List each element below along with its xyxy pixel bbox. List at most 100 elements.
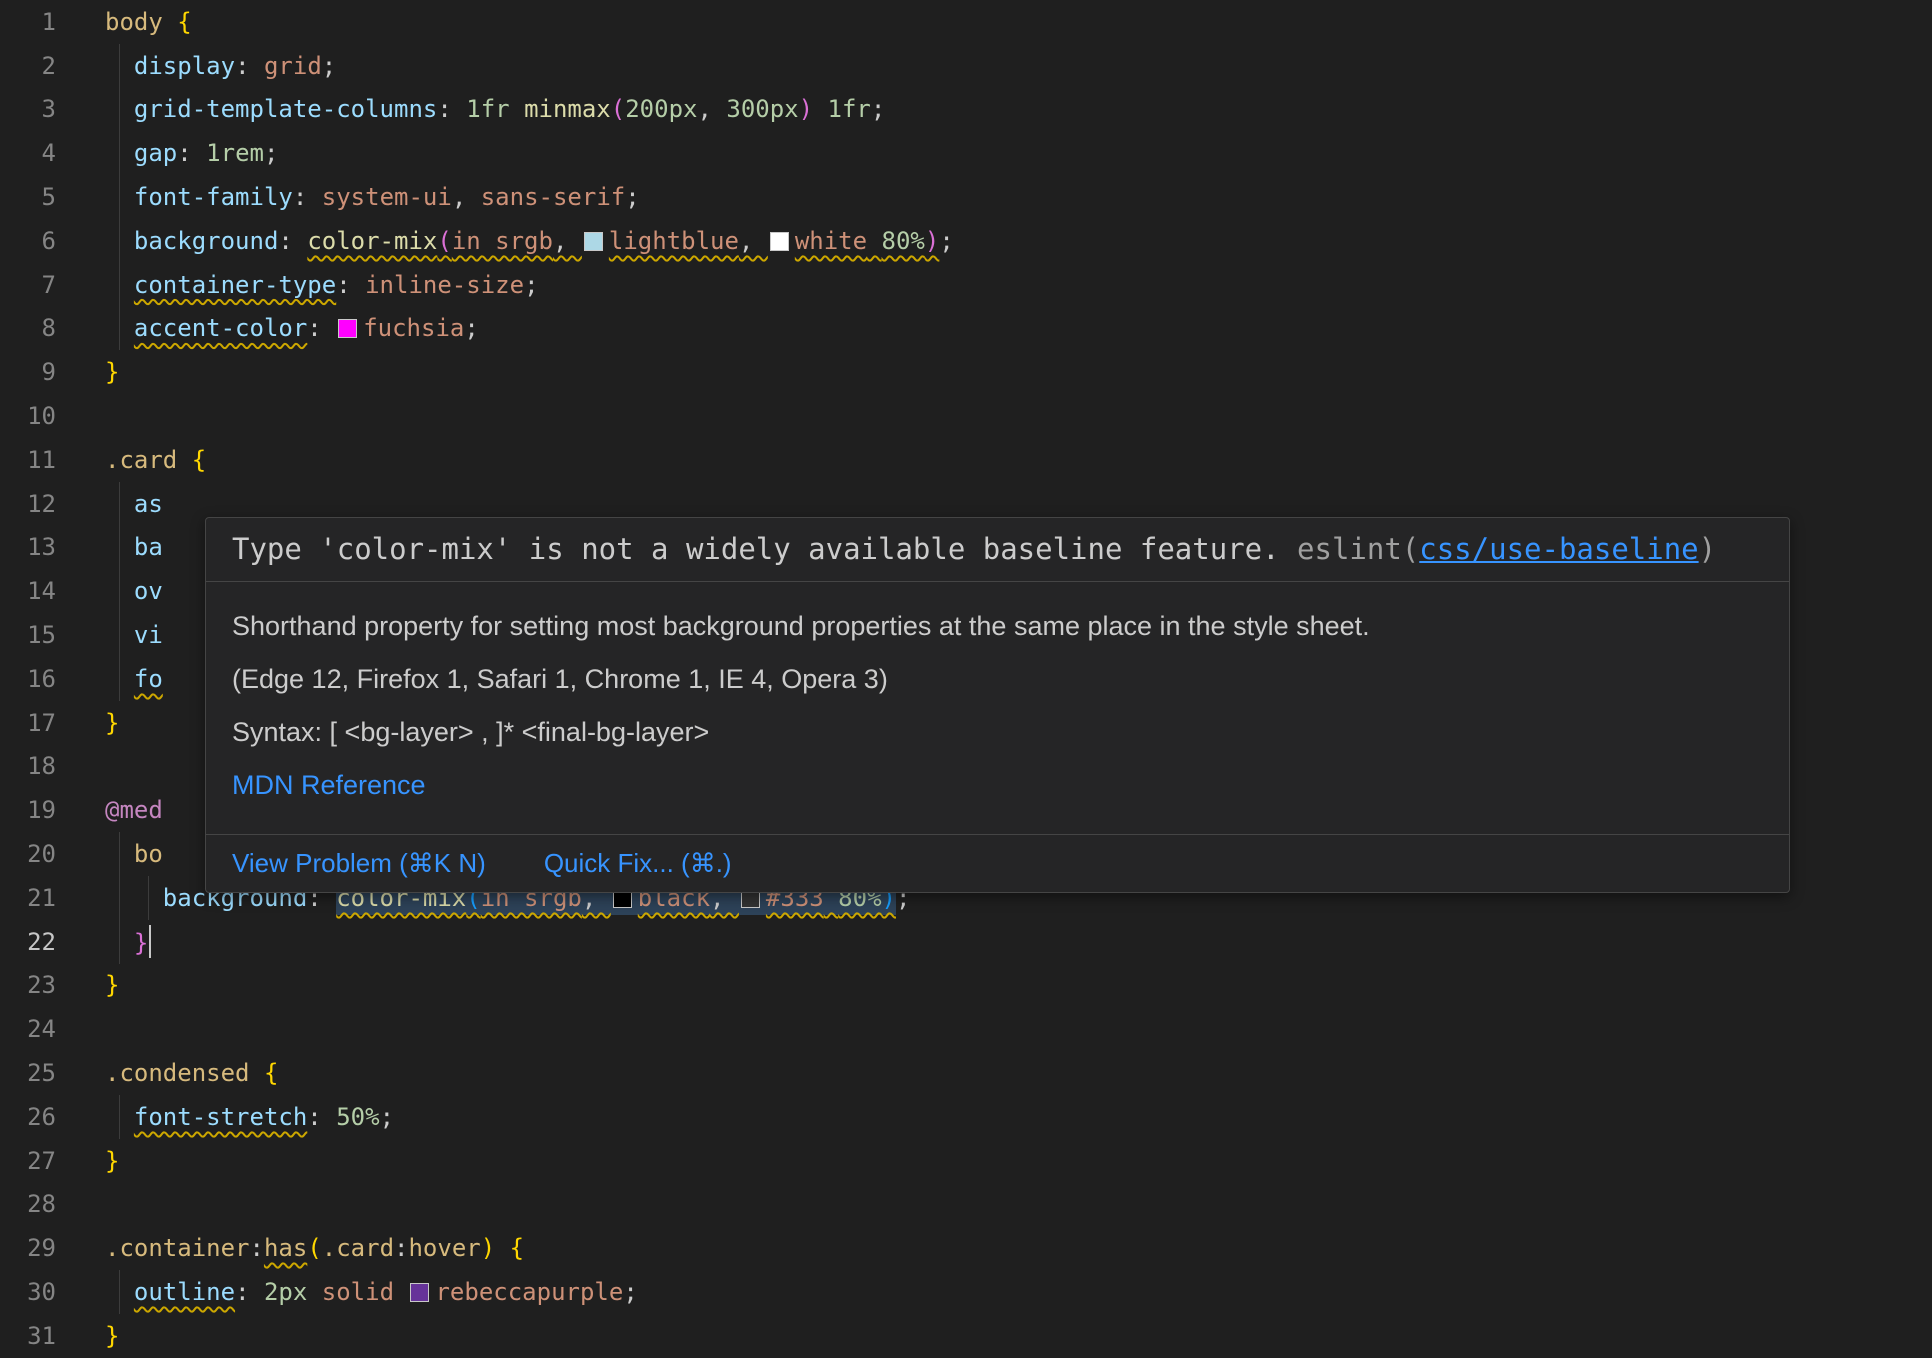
code-line[interactable]: 23} xyxy=(0,964,1932,1008)
quick-fix-action[interactable]: Quick Fix... (⌘.) xyxy=(544,848,732,879)
code-token: { xyxy=(264,1059,278,1087)
line-number: 18 xyxy=(0,752,56,780)
line-content: @med xyxy=(56,796,163,824)
line-number: 9 xyxy=(0,358,56,386)
line-content: .card { xyxy=(56,446,206,474)
line-number: 28 xyxy=(0,1190,56,1218)
line-number: 15 xyxy=(0,621,56,649)
code-token: body xyxy=(105,8,163,36)
code-line[interactable]: 3 grid-template-columns: 1fr minmax(200p… xyxy=(0,88,1932,132)
code-token: ; xyxy=(322,52,336,80)
code-token: as xyxy=(134,490,163,518)
code-token: } xyxy=(105,1322,119,1350)
code-token xyxy=(867,227,881,255)
code-token: has xyxy=(264,1234,307,1262)
code-line[interactable]: 1body { xyxy=(0,0,1932,44)
color-swatch xyxy=(770,232,789,251)
code-token: grid-template-columns xyxy=(134,95,437,123)
indent-guide xyxy=(148,876,149,920)
line-content: } xyxy=(56,925,151,958)
code-line[interactable]: 5 font-family: system-ui, sans-serif; xyxy=(0,175,1932,219)
docs-syntax: Syntax: [ <bg-layer> , ]* <final-bg-laye… xyxy=(232,716,1763,749)
line-content: } xyxy=(56,709,119,737)
code-line[interactable]: 30 outline: 2px solid rebeccapurple; xyxy=(0,1270,1932,1314)
code-line[interactable]: 7 container-type: inline-size; xyxy=(0,263,1932,307)
code-token: bo xyxy=(134,840,163,868)
code-token: container-type xyxy=(134,271,336,299)
warning-squiggle-range: container-type xyxy=(134,271,336,299)
indent-guide xyxy=(119,482,120,701)
line-content: grid-template-columns: 1fr minmax(200px,… xyxy=(56,95,885,123)
code-token: { xyxy=(177,8,191,36)
indent-guide xyxy=(119,1095,120,1139)
code-token: accent-color xyxy=(134,314,307,342)
code-line[interactable]: 29.container:has(.card:hover) { xyxy=(0,1226,1932,1270)
code-line[interactable]: 9} xyxy=(0,350,1932,394)
color-swatch xyxy=(338,319,357,338)
code-line[interactable]: 27} xyxy=(0,1139,1932,1183)
code-token: font-family xyxy=(134,183,293,211)
diagnostic-text: Type 'color-mix' is not a widely availab… xyxy=(232,532,1280,566)
code-line[interactable]: 11.card { xyxy=(0,438,1932,482)
code-token: , xyxy=(697,95,726,123)
line-number: 29 xyxy=(0,1234,56,1262)
hover-docs: Shorthand property for setting most back… xyxy=(206,582,1789,834)
line-content: vi xyxy=(56,621,163,649)
code-editor[interactable]: 1body {2 display: grid;3 grid-template-c… xyxy=(0,0,1932,1358)
code-token xyxy=(177,446,191,474)
code-token: 1fr xyxy=(466,95,509,123)
code-token: sans-serif xyxy=(481,183,626,211)
code-token: { xyxy=(192,446,206,474)
code-line[interactable]: 10 xyxy=(0,394,1932,438)
line-number: 20 xyxy=(0,840,56,868)
code-token xyxy=(307,1278,321,1306)
code-token: : xyxy=(177,139,206,167)
code-token: : xyxy=(235,1278,264,1306)
code-token: : xyxy=(336,271,365,299)
code-token: , xyxy=(553,227,582,255)
line-content: fo xyxy=(56,665,163,693)
line-number: 14 xyxy=(0,577,56,605)
line-number: 12 xyxy=(0,490,56,518)
line-content: } xyxy=(56,1147,119,1175)
code-token: ; xyxy=(625,183,639,211)
code-line[interactable]: 28 xyxy=(0,1183,1932,1227)
code-line[interactable]: 4 gap: 1rem; xyxy=(0,131,1932,175)
code-token: : xyxy=(293,183,322,211)
code-token: font-stretch xyxy=(134,1103,307,1131)
code-line[interactable]: 31} xyxy=(0,1314,1932,1358)
mdn-reference-link[interactable]: MDN Reference xyxy=(232,770,426,800)
code-token: fo xyxy=(134,665,163,693)
code-token: : xyxy=(307,314,336,342)
warning-squiggle-range: has xyxy=(264,1234,307,1262)
code-token: hover xyxy=(408,1234,480,1262)
line-number: 25 xyxy=(0,1059,56,1087)
code-line[interactable]: 22 } xyxy=(0,920,1932,964)
line-content: } xyxy=(56,971,119,999)
diagnostic-source: eslint( xyxy=(1280,532,1420,566)
view-problem-action[interactable]: View Problem (⌘K N) xyxy=(232,848,486,879)
code-token: ba xyxy=(134,533,163,561)
diagnostic-code-link[interactable]: css/use-baseline xyxy=(1419,532,1698,566)
code-token: ; xyxy=(939,227,953,255)
code-token: ( xyxy=(307,1234,321,1262)
code-line[interactable]: 25.condensed { xyxy=(0,1051,1932,1095)
code-line[interactable]: 8 accent-color: fuchsia; xyxy=(0,307,1932,351)
line-number: 17 xyxy=(0,709,56,737)
code-token: minmax xyxy=(524,95,611,123)
warning-squiggle-range: font-stretch xyxy=(134,1103,307,1131)
code-line[interactable]: 24 xyxy=(0,1007,1932,1051)
code-line[interactable]: 26 font-stretch: 50%; xyxy=(0,1095,1932,1139)
line-number: 24 xyxy=(0,1015,56,1043)
code-token: 1rem xyxy=(206,139,264,167)
code-token: grid xyxy=(264,52,322,80)
line-number: 23 xyxy=(0,971,56,999)
diagnostic-source-close: ) xyxy=(1699,532,1716,566)
code-line[interactable]: 2 display: grid; xyxy=(0,44,1932,88)
code-token: : xyxy=(235,52,264,80)
code-token: 200px xyxy=(625,95,697,123)
code-line[interactable]: 6 background: color-mix(in srgb, lightbl… xyxy=(0,219,1932,263)
indent-guide xyxy=(119,1270,120,1314)
line-number: 8 xyxy=(0,314,56,342)
line-content: outline: 2px solid rebeccapurple; xyxy=(56,1278,638,1306)
